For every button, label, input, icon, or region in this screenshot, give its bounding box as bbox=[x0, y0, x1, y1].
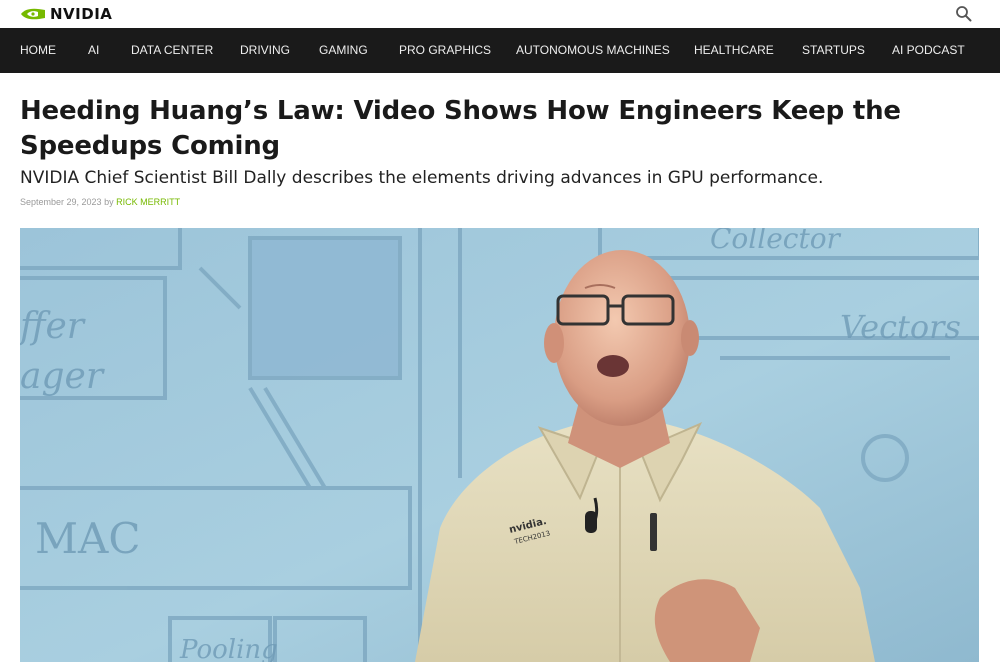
article-meta: September 29, 2023 by RICK MERRITT bbox=[20, 196, 180, 208]
top-bar: NVIDIA bbox=[0, 0, 1000, 28]
nav-item-autonomous-machines[interactable]: AUTONOMOUS MACHINES bbox=[516, 28, 670, 73]
slide-word-mac: MAC bbox=[35, 514, 140, 563]
nav-item-data-center[interactable]: DATA CENTER bbox=[131, 28, 213, 73]
byline-prefix: by bbox=[104, 197, 114, 207]
nav-item-pro-graphics[interactable]: PRO GRAPHICS bbox=[399, 28, 491, 73]
slide-word-manager: ager bbox=[20, 356, 105, 397]
slide-word-collector: Collector bbox=[710, 228, 842, 255]
nvidia-logo[interactable]: NVIDIA bbox=[20, 4, 112, 24]
nav-item-gaming[interactable]: GAMING bbox=[319, 28, 368, 73]
hero-image: ffer ager MAC Vectors Pooling Collector bbox=[20, 228, 979, 662]
hero-photo: ffer ager MAC Vectors Pooling Collector bbox=[20, 228, 979, 662]
logo-text: NVIDIA bbox=[50, 5, 113, 23]
author-link[interactable]: RICK MERRITT bbox=[116, 197, 180, 207]
slide-word-pooling: Pooling bbox=[179, 635, 278, 662]
main-nav: HOME AI DATA CENTER DRIVING GAMING PRO G… bbox=[0, 28, 1000, 73]
nav-item-startups[interactable]: STARTUPS bbox=[802, 28, 865, 73]
article-title: Heeding Huang’s Law: Video Shows How Eng… bbox=[20, 96, 901, 161]
nav-item-ai[interactable]: AI bbox=[88, 28, 99, 73]
slide-word-buffer: ffer bbox=[20, 306, 86, 347]
nav-item-home[interactable]: HOME bbox=[20, 28, 56, 73]
search-icon[interactable] bbox=[954, 4, 974, 24]
nav-item-ai-podcast[interactable]: AI PODCAST bbox=[892, 28, 965, 73]
article-date: September 29, 2023 bbox=[20, 197, 102, 207]
article-subtitle: NVIDIA Chief Scientist Bill Dally descri… bbox=[20, 168, 824, 188]
nvidia-eye-icon bbox=[21, 8, 45, 20]
slide-word-vectors: Vectors bbox=[840, 308, 961, 346]
nav-item-driving[interactable]: DRIVING bbox=[240, 28, 290, 73]
nav-item-healthcare[interactable]: HEALTHCARE bbox=[694, 28, 774, 73]
